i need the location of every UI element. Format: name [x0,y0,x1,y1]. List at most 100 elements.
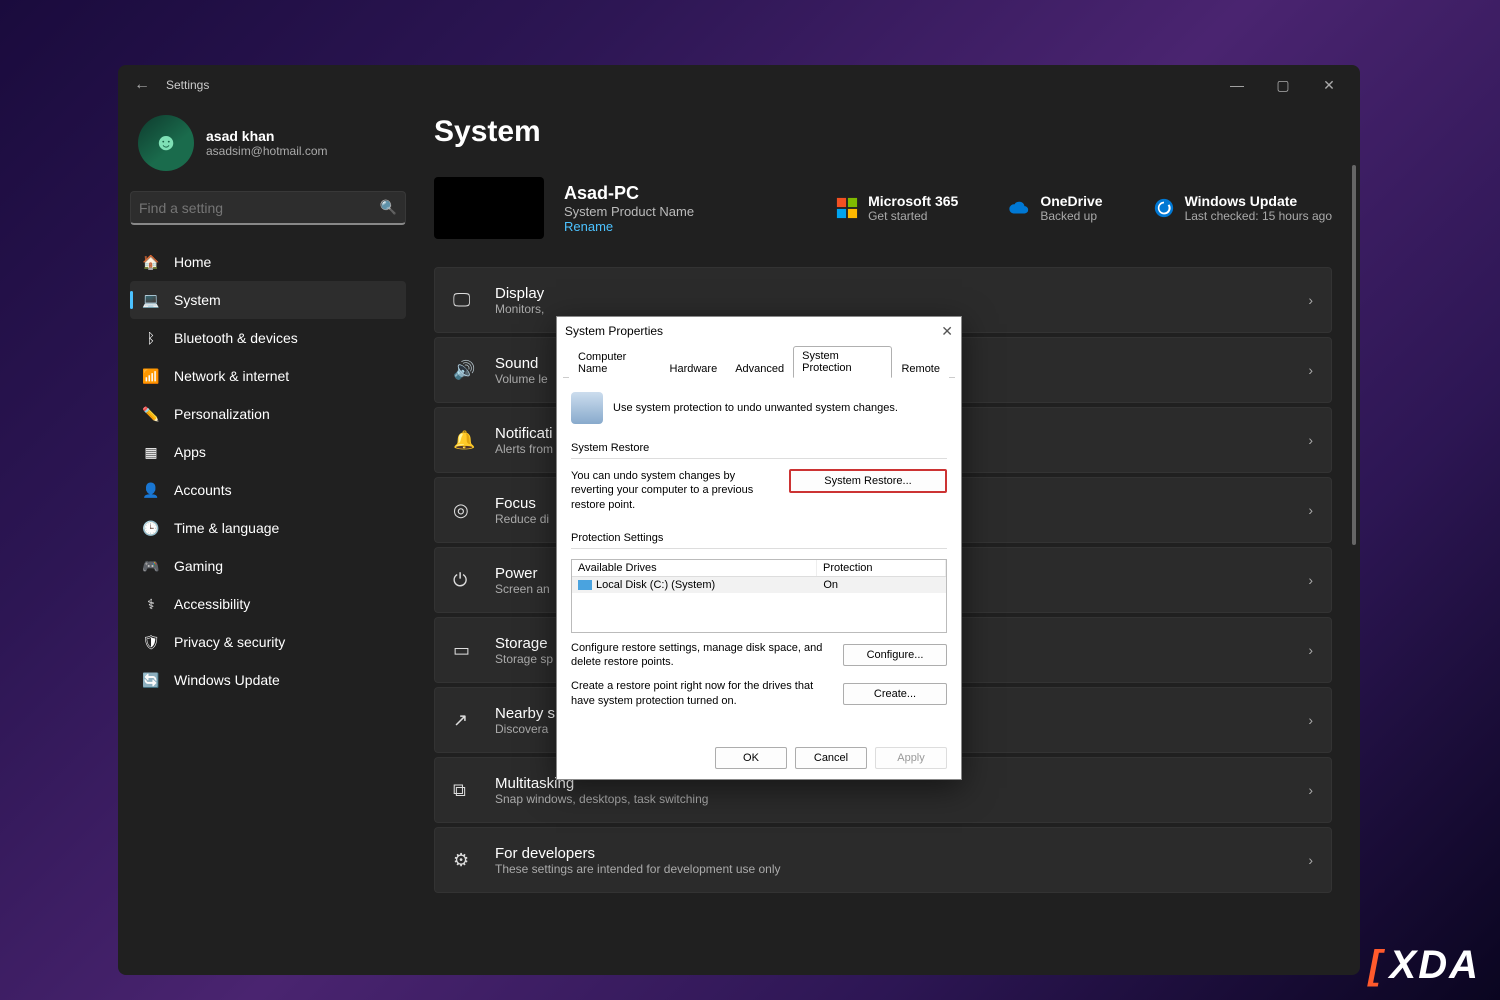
nav-label: Bluetooth & devices [174,330,298,346]
page-heading: System [434,115,1332,149]
card-subtitle: Alerts from [495,442,553,456]
configure-button[interactable]: Configure... [843,644,947,666]
drive-row[interactable]: Local Disk (C:) (System) On [572,577,946,593]
drives-table[interactable]: Available Drives Protection Local Disk (… [571,559,947,633]
nav-icon: ⚕ [142,595,160,613]
tab-hardware[interactable]: Hardware [661,359,727,378]
nav-item-accessibility[interactable]: ⚕ Accessibility [130,585,406,623]
card-title: Nearby s [495,705,555,722]
configure-text: Configure restore settings, manage disk … [571,641,833,670]
tab-system-protection[interactable]: System Protection [793,346,892,378]
nav-label: Apps [174,444,206,460]
cancel-button[interactable]: Cancel [795,747,867,769]
scrollbar-track[interactable] [1352,165,1356,975]
card-subtitle: Snap windows, desktops, task switching [495,792,708,806]
ok-button[interactable]: OK [715,747,787,769]
nav-icon: ▦ [142,443,160,461]
profile[interactable]: ☻ asad khan asadsim@hotmail.com [130,105,406,191]
nav-item-accounts[interactable]: 👤Accounts [130,471,406,509]
system-info-row: Asad-PC System Product Name Rename Micro… [434,177,1332,239]
sidebar: ☻ asad khan asadsim@hotmail.com 🔍 🏠Home💻… [118,105,418,975]
rename-link[interactable]: Rename [564,219,694,234]
xda-watermark: [XDA [1368,943,1480,988]
user-name: asad khan [206,128,328,144]
card-subtitle: Storage sp [495,652,553,666]
nav-label: Accessibility [174,596,250,612]
nav-item-time-language[interactable]: 🕒 Time & language [130,509,406,547]
system-properties-dialog: System Properties ✕ Computer NameHardwar… [556,316,962,780]
drives-header-name: Available Drives [572,560,817,576]
dialog-close-button[interactable]: ✕ [941,323,953,340]
nav-icon: 🎮 [142,557,160,575]
nav-icon: 📶 [142,367,160,385]
maximize-button[interactable]: ▢ [1260,69,1306,101]
nav-item-privacy-security[interactable]: 🛡 Privacy & security [130,623,406,661]
protection-settings-label: Protection Settings [571,532,947,544]
nav-label: Time & language [174,520,279,536]
pc-product: System Product Name [564,204,694,219]
chevron-right-icon: › [1308,642,1313,658]
tab-remote[interactable]: Remote [892,359,949,378]
back-button[interactable]: ← [126,76,158,94]
status-onedrive[interactable]: OneDriveBacked up [1008,193,1102,223]
chevron-right-icon: › [1308,362,1313,378]
tab-advanced[interactable]: Advanced [726,359,793,378]
card-icon: ↗ [453,710,477,731]
nav-label: Network & internet [174,368,289,384]
card-subtitle: Monitors, [495,302,544,316]
nav-icon: 🔄 [142,671,160,689]
system-restore-text: You can undo system changes by reverting… [571,469,779,512]
card-icon: ◎ [453,500,477,521]
scrollbar-thumb[interactable] [1352,165,1356,545]
system-restore-button[interactable]: System Restore... [789,469,947,493]
nav-item-home[interactable]: 🏠Home [130,243,406,281]
card-icon: ⚙ [453,850,477,871]
dialog-title: System Properties [565,324,663,338]
onedrive-icon [1008,197,1030,219]
tab-computer-name[interactable]: Computer Name [569,347,661,378]
create-button[interactable]: Create... [843,683,947,705]
nav-item-gaming[interactable]: 🎮 Gaming [130,547,406,585]
nav-item-system[interactable]: 💻 System [130,281,406,319]
nav-label: Privacy & security [174,634,285,650]
nav-icon: ✏️ [142,405,160,423]
search-input[interactable] [139,200,380,216]
nav-icon: 🕒 [142,519,160,537]
window-title: Settings [166,78,209,92]
card-title: Power [495,565,550,582]
status-m365[interactable]: Microsoft 365Get started [836,193,958,223]
close-button[interactable]: ✕ [1306,69,1352,101]
chevron-right-icon: › [1308,852,1313,868]
card-icon: 🔊 [453,360,477,381]
user-email: asadsim@hotmail.com [206,144,328,158]
card-title: Notificati [495,425,553,442]
nav-item-windows-update[interactable]: 🔄 Windows Update [130,661,406,699]
nav-label: System [174,292,221,308]
pc-name: Asad-PC [564,183,694,204]
avatar: ☻ [138,115,194,171]
card-subtitle: These settings are intended for developm… [495,862,781,876]
card-icon: ⏻ [453,570,477,591]
drives-header-protection: Protection [817,560,946,576]
nav-icon: 👤 [142,481,160,499]
nav-item-apps[interactable]: ▦ Apps [130,433,406,471]
card-title: Focus [495,495,549,512]
nav-label: Windows Update [174,672,280,688]
nav-icon: 💻 [142,291,160,309]
settings-card-for-developers[interactable]: ⚙For developersThese settings are intend… [434,827,1332,893]
nav-item-personalization[interactable]: ✏️Personalization [130,395,406,433]
drive-icon [578,580,592,590]
chevron-right-icon: › [1308,572,1313,588]
chevron-right-icon: › [1308,782,1313,798]
apply-button: Apply [875,747,947,769]
card-icon: 🔔 [453,430,477,451]
nav-label: Gaming [174,558,223,574]
status-update[interactable]: Windows UpdateLast checked: 15 hours ago [1153,193,1332,223]
card-subtitle: Reduce di [495,512,549,526]
nav-icon: 🛡 [142,633,160,651]
nav-item-network-internet[interactable]: 📶 Network & internet [130,357,406,395]
search-box[interactable]: 🔍 [130,191,406,225]
m365-icon [836,197,858,219]
nav-item-bluetooth-devices[interactable]: ᛒBluetooth & devices [130,319,406,357]
minimize-button[interactable]: — [1214,69,1260,101]
